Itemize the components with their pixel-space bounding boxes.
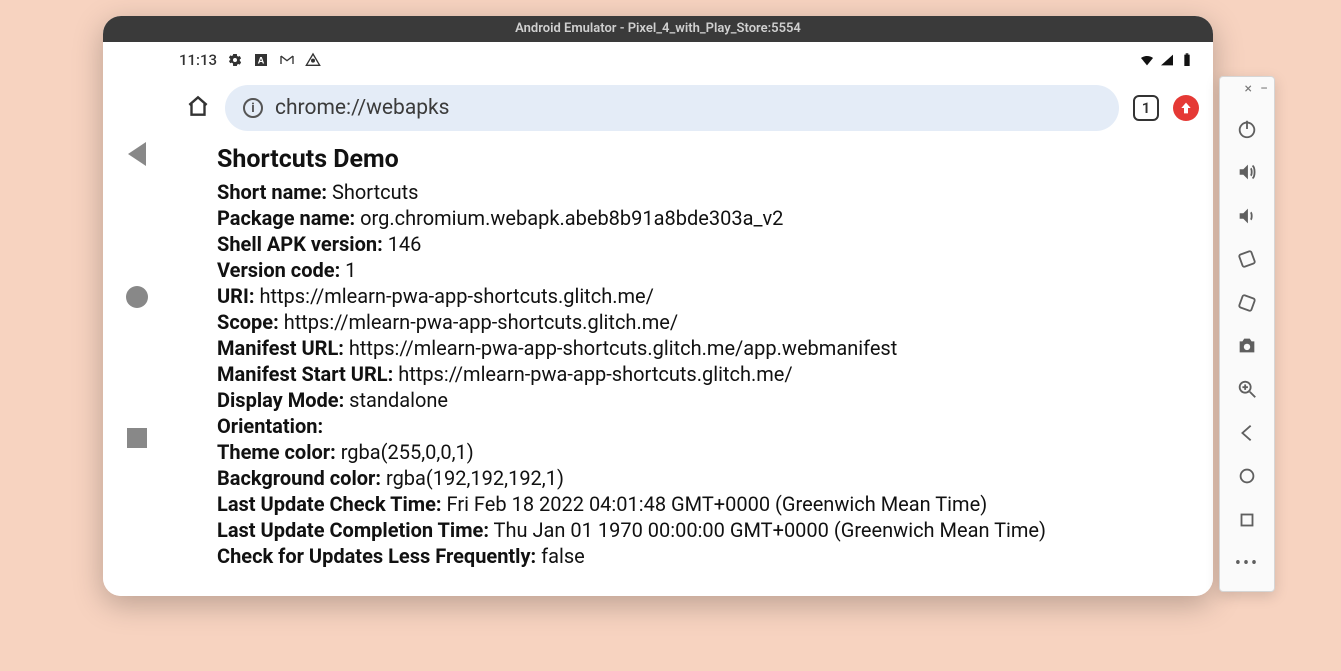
home-button[interactable] [1220, 455, 1274, 498]
rotate-left-button[interactable] [1220, 237, 1274, 280]
field-value: rgba(255,0,0,1) [341, 440, 474, 464]
field-row: Orientation: [217, 413, 1193, 439]
update-badge-icon[interactable] [1173, 95, 1199, 121]
field-value: Thu Jan 01 1970 00:00:00 GMT+0000 (Green… [494, 518, 1046, 542]
field-value: 1 [345, 258, 356, 282]
field-row: Check for Updates Less Frequently: false [217, 543, 1193, 569]
gear-icon [227, 52, 243, 68]
screenshot-button[interactable] [1220, 324, 1274, 367]
field-label: Package name: [217, 206, 355, 230]
back-button[interactable] [1220, 411, 1274, 454]
status-right-icons [1139, 52, 1195, 68]
battery-icon [1179, 52, 1195, 68]
site-info-icon[interactable]: i [243, 98, 263, 118]
nav-recents-icon[interactable] [127, 428, 147, 448]
square-a-icon: A [253, 52, 269, 68]
status-left-icons: A [227, 52, 321, 68]
emulator-side-panel: × − ••• [1219, 76, 1275, 592]
status-bar: 11:13 A [171, 42, 1213, 78]
device-area: 11:13 A [103, 42, 1213, 596]
volume-up-button[interactable] [1220, 150, 1274, 193]
field-row: Short name: Shortcuts [217, 179, 1193, 205]
page-content: Shortcuts Demo Short name: ShortcutsPack… [171, 138, 1213, 596]
field-label: Manifest Start URL: [217, 362, 393, 386]
field-value: Shortcuts [332, 180, 418, 204]
svg-text:A: A [258, 55, 265, 65]
field-value: https://mlearn-pwa-app-shortcuts.glitch.… [284, 310, 678, 334]
field-label: Orientation: [217, 414, 323, 438]
url-text: chrome://webapks [275, 96, 450, 120]
emulator-window: Android Emulator - Pixel_4_with_Play_Sto… [103, 16, 1213, 596]
field-row: Scope: https://mlearn-pwa-app-shortcuts.… [217, 309, 1193, 335]
status-time: 11:13 [179, 51, 217, 69]
more-button[interactable]: ••• [1220, 542, 1274, 591]
field-row: Last Update Completion Time: Thu Jan 01 … [217, 517, 1193, 543]
field-value: https://mlearn-pwa-app-shortcuts.glitch.… [398, 362, 792, 386]
android-nav-rail [103, 42, 171, 596]
field-value: Fri Feb 18 2022 04:01:48 GMT+0000 (Green… [447, 492, 988, 516]
field-label: Last Update Completion Time: [217, 518, 489, 542]
field-row: URI: https://mlearn-pwa-app-shortcuts.gl… [217, 283, 1193, 309]
triangle-warn-icon [305, 52, 321, 68]
field-row: Manifest Start URL: https://mlearn-pwa-a… [217, 361, 1193, 387]
minimize-icon[interactable]: − [1260, 81, 1268, 97]
field-row: Version code: 1 [217, 257, 1193, 283]
gmail-m-icon [279, 52, 295, 68]
field-row: Background color: rgba(192,192,192,1) [217, 465, 1193, 491]
field-value: https://mlearn-pwa-app-shortcuts.glitch.… [349, 336, 897, 360]
field-value: standalone [349, 388, 448, 412]
field-label: Background color: [217, 466, 381, 490]
webapk-fields: Short name: ShortcutsPackage name: org.c… [217, 179, 1193, 569]
field-label: Short name: [217, 180, 327, 204]
home-icon[interactable] [185, 93, 211, 123]
page-title: Shortcuts Demo [217, 144, 1193, 177]
nav-back-icon[interactable] [128, 142, 146, 166]
field-value: org.chromium.webapk.abeb8b91a8bde303a_v2 [360, 206, 783, 230]
field-value: false [541, 544, 585, 568]
overview-button[interactable] [1220, 498, 1274, 541]
window-title: Android Emulator - Pixel_4_with_Play_Sto… [515, 21, 801, 36]
field-row: Display Mode: standalone [217, 387, 1193, 413]
device-screen: 11:13 A [171, 42, 1213, 596]
field-label: URI: [217, 284, 254, 308]
field-label: Check for Updates Less Frequently: [217, 544, 536, 568]
close-icon[interactable]: × [1245, 81, 1252, 97]
field-label: Version code: [217, 258, 340, 282]
zoom-button[interactable] [1220, 368, 1274, 411]
field-label: Manifest URL: [217, 336, 344, 360]
field-label: Display Mode: [217, 388, 344, 412]
wifi-icon [1139, 52, 1155, 68]
field-label: Shell APK version: [217, 232, 383, 256]
chrome-omnibar: i chrome://webapks 1 [171, 78, 1213, 138]
field-row: Theme color: rgba(255,0,0,1) [217, 439, 1193, 465]
tab-count-value: 1 [1142, 99, 1151, 117]
field-row: Shell APK version: 146 [217, 231, 1193, 257]
url-box[interactable]: i chrome://webapks [225, 85, 1119, 131]
field-label: Last Update Check Time: [217, 492, 442, 516]
power-button[interactable] [1220, 107, 1274, 150]
rotate-right-button[interactable] [1220, 281, 1274, 324]
field-row: Last Update Check Time: Fri Feb 18 2022 … [217, 491, 1193, 517]
field-row: Manifest URL: https://mlearn-pwa-app-sho… [217, 335, 1193, 361]
tab-count-button[interactable]: 1 [1133, 95, 1159, 121]
nav-home-icon[interactable] [126, 286, 148, 308]
field-label: Theme color: [217, 440, 336, 464]
field-label: Scope: [217, 310, 279, 334]
field-row: Package name: org.chromium.webapk.abeb8b… [217, 205, 1193, 231]
field-value: 146 [388, 232, 422, 256]
field-value: https://mlearn-pwa-app-shortcuts.glitch.… [259, 284, 653, 308]
cell-signal-icon [1159, 52, 1175, 68]
volume-down-button[interactable] [1220, 194, 1274, 237]
field-value: rgba(192,192,192,1) [386, 466, 564, 490]
window-titlebar: Android Emulator - Pixel_4_with_Play_Sto… [103, 16, 1213, 42]
panel-window-controls: × − [1220, 77, 1274, 107]
